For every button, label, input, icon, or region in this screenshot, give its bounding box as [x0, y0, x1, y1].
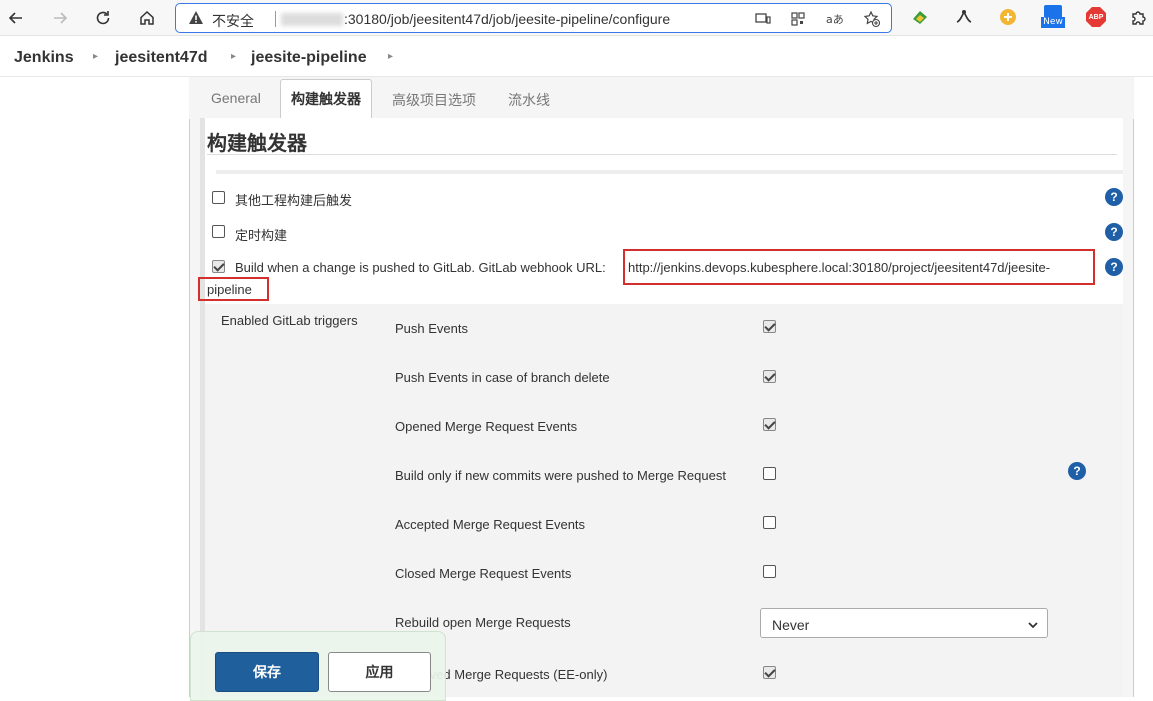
adblock-plus-icon[interactable]: ABP [1086, 7, 1106, 27]
trigger-label: Push Events [395, 321, 468, 336]
abp-label: ABP [1086, 7, 1106, 27]
trigger-checkbox[interactable] [763, 666, 776, 679]
label-scheduled: 定时构建 [235, 228, 288, 243]
breadcrumb-jenkins[interactable]: Jenkins [14, 49, 74, 67]
chevron-down-icon [1027, 618, 1039, 634]
tab-general[interactable]: General [211, 90, 261, 106]
svg-text:aあ: aあ [826, 13, 844, 26]
reload-icon[interactable] [91, 6, 115, 30]
home-icon[interactable] [135, 6, 159, 30]
trigger-label: Rebuild open Merge Requests [395, 615, 571, 630]
tab-pipeline[interactable]: 流水线 [508, 90, 550, 110]
apply-button[interactable]: 应用 [328, 652, 431, 692]
redacted-host [281, 13, 343, 26]
qr-code-icon[interactable] [789, 10, 807, 28]
trigger-label: Accepted Merge Request Events [395, 517, 586, 532]
label-other-projects: 其他工程构建后触发 [235, 193, 353, 208]
gitlab-triggers-header: Enabled GitLab triggers [221, 313, 358, 328]
help-icon[interactable]: ? [1068, 462, 1086, 480]
tab-advanced[interactable]: 高级项目选项 [392, 90, 476, 110]
device-icon[interactable] [754, 10, 772, 28]
help-icon[interactable]: ? [1105, 258, 1123, 276]
breadcrumb-separator-icon[interactable]: ▸ [388, 51, 393, 62]
breadcrumb-separator-icon[interactable]: ▸ [93, 51, 98, 62]
checkbox-scheduled[interactable] [212, 225, 225, 238]
help-icon[interactable]: ? [1105, 223, 1123, 241]
browser-toolbar: 不安全 :30180/job/jeesitent47d/job/jeesite-… [0, 0, 1153, 36]
section-divider [207, 154, 1117, 155]
url-text: :30180/job/jeesitent47d/job/jeesite-pipe… [344, 11, 671, 27]
help-icon[interactable]: ? [1105, 188, 1123, 206]
save-button[interactable]: 保存 [215, 652, 319, 692]
breadcrumb-folder[interactable]: jeesitent47d [115, 49, 207, 67]
extensions-puzzle-icon[interactable] [1129, 7, 1149, 27]
new-badge: New [1041, 17, 1065, 28]
extension-1-icon[interactable] [910, 7, 930, 27]
tab-build-triggers[interactable]: 构建触发器 [280, 79, 372, 118]
checkbox-gitlab-push[interactable] [212, 260, 225, 273]
insecure-label: 不安全 [212, 13, 254, 29]
rebuild-mr-select-value: Never [772, 617, 810, 633]
trigger-label: Build only if new commits were pushed to… [395, 468, 726, 483]
rebuild-mr-select[interactable]: Never [760, 608, 1048, 638]
breadcrumb-job[interactable]: jeesite-pipeline [251, 49, 367, 67]
trigger-label: Push Events in case of branch delete [395, 370, 610, 385]
highlight-box-url-continued [198, 277, 269, 301]
trigger-checkbox[interactable] [763, 370, 776, 383]
trigger-label: Opened Merge Request Events [395, 419, 578, 434]
section-title: 构建触发器 [207, 133, 307, 155]
breadcrumb: Jenkins ▸ jeesitent47d ▸ jeesite-pipelin… [0, 37, 1153, 77]
trigger-checkbox[interactable] [763, 320, 776, 333]
forward-icon[interactable] [48, 6, 72, 30]
highlight-box-url [623, 249, 1095, 285]
favorites-add-icon[interactable] [863, 10, 881, 28]
trigger-checkbox[interactable] [763, 565, 776, 578]
trigger-label: Closed Merge Request Events [395, 566, 572, 581]
address-separator [275, 11, 276, 27]
read-aloud-icon[interactable]: aあ [826, 10, 844, 28]
warning-icon [188, 10, 204, 29]
back-icon[interactable] [4, 6, 28, 30]
extension-2-icon[interactable] [954, 7, 974, 27]
breadcrumb-separator-icon[interactable]: ▸ [231, 51, 236, 62]
trigger-checkbox[interactable] [763, 516, 776, 529]
extension-new-icon[interactable]: New [1041, 5, 1065, 29]
trigger-checkbox[interactable] [763, 467, 776, 480]
extension-3-icon[interactable] [998, 7, 1018, 27]
section-bar [216, 170, 1123, 174]
label-gitlab-push: Build when a change is pushed to GitLab.… [235, 260, 606, 275]
trigger-checkbox[interactable] [763, 418, 776, 431]
address-bar[interactable]: 不安全 :30180/job/jeesitent47d/job/jeesite-… [175, 3, 892, 33]
checkbox-other-projects[interactable] [212, 191, 225, 204]
